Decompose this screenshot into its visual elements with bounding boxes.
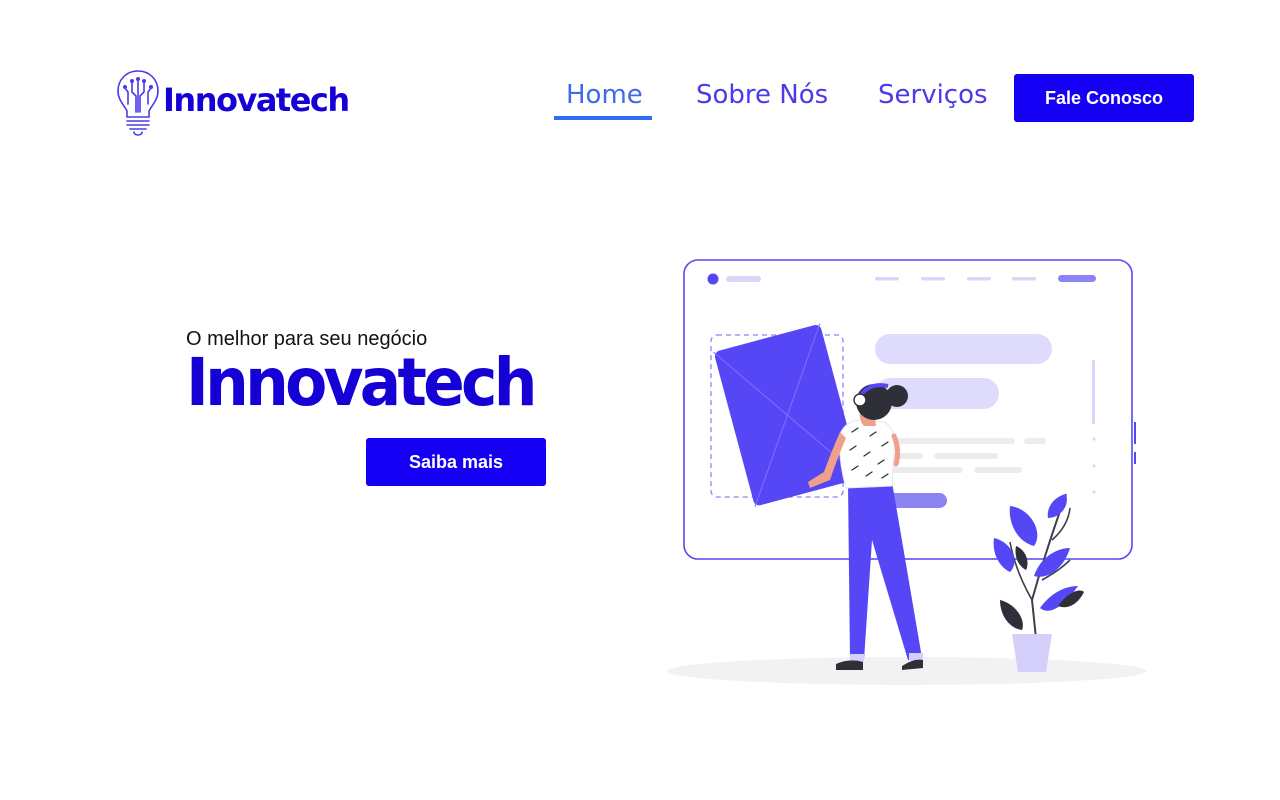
nav-item-home[interactable]: Home	[566, 80, 643, 110]
logo[interactable]: Innovatech	[116, 68, 350, 138]
active-nav-indicator	[554, 116, 652, 120]
learn-more-button[interactable]: Saiba mais	[366, 438, 546, 486]
contact-button[interactable]: Fale Conosco	[1014, 74, 1194, 122]
brand-name: Innovatech	[163, 81, 350, 119]
nav-item-servicos[interactable]: Serviços	[878, 80, 988, 110]
nav-item-sobre-nos[interactable]: Sobre Nós	[696, 80, 828, 110]
lightbulb-circuit-icon	[117, 70, 159, 136]
landing-page: Innovatech Home Sobre Nós Serviços Fale …	[0, 0, 1280, 800]
woman-building-website-illustration	[667, 259, 1147, 685]
hero-title: Innovatech	[186, 344, 537, 421]
